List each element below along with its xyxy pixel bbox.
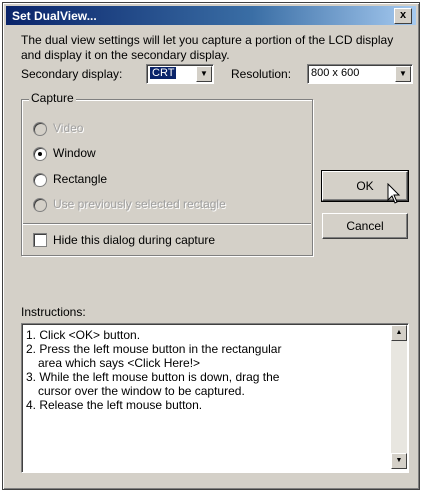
radio-video-label: Video — [53, 121, 84, 135]
scroll-up-icon[interactable]: ▲ — [391, 325, 407, 341]
resolution-value: 800 x 600 — [311, 67, 360, 79]
instruction-line: 3. While the left mouse button is down, … — [26, 370, 280, 384]
hide-dialog-label[interactable]: Hide this dialog during capture — [53, 233, 215, 247]
radio-icon[interactable] — [33, 147, 47, 161]
radio-icon[interactable] — [33, 173, 47, 187]
secondary-display-select[interactable]: CRT ▼ — [146, 64, 214, 84]
instruction-line: 4. Release the left mouse button. — [26, 398, 203, 412]
description-text: The dual view settings will let you capt… — [21, 33, 394, 62]
radio-icon — [33, 122, 47, 136]
chevron-down-icon[interactable]: ▼ — [395, 66, 411, 82]
instructions-label: Instructions: — [21, 305, 86, 319]
secondary-display-value: CRT — [150, 67, 177, 79]
resolution-label: Resolution: — [231, 67, 292, 81]
radio-previous-rectangle-label: Use previously selected rectagle — [53, 197, 226, 211]
close-button[interactable]: x — [394, 8, 412, 24]
instruction-line: 1. Click <OK> button. — [26, 328, 141, 342]
title-bar[interactable]: Set DualView... x — [6, 6, 416, 25]
chevron-down-icon[interactable]: ▼ — [196, 66, 212, 82]
secondary-display-label: Secondary display: — [21, 67, 123, 81]
radio-window-label[interactable]: Window — [53, 146, 96, 160]
hide-dialog-checkbox[interactable] — [33, 233, 47, 247]
scroll-down-icon[interactable]: ▼ — [391, 453, 407, 469]
radio-selected-dot — [38, 152, 42, 156]
resolution-select[interactable]: 800 x 600 ▼ — [307, 64, 413, 84]
vertical-scrollbar[interactable]: ▲ ▼ — [391, 325, 407, 469]
cancel-button-label: Cancel — [346, 219, 384, 233]
instruction-line: area which says <Click Here!> — [38, 356, 201, 370]
window-title: Set DualView... — [12, 9, 97, 23]
instruction-line: cursor over the window to be captured. — [38, 384, 245, 398]
group-divider — [23, 223, 311, 225]
capture-group-legend: Capture — [29, 91, 76, 105]
dialog-window: Set DualView... x The dual view settings… — [2, 2, 420, 490]
ok-button-label: OK — [356, 179, 374, 193]
instructions-textarea[interactable]: 1. Click <OK> button. 2. Press the left … — [21, 323, 409, 473]
radio-rectangle-label[interactable]: Rectangle — [53, 172, 107, 186]
cancel-button[interactable]: Cancel — [322, 213, 408, 239]
radio-icon — [33, 198, 47, 212]
mouse-cursor-icon — [387, 182, 401, 208]
instruction-line: 2. Press the left mouse button in the re… — [26, 342, 282, 356]
